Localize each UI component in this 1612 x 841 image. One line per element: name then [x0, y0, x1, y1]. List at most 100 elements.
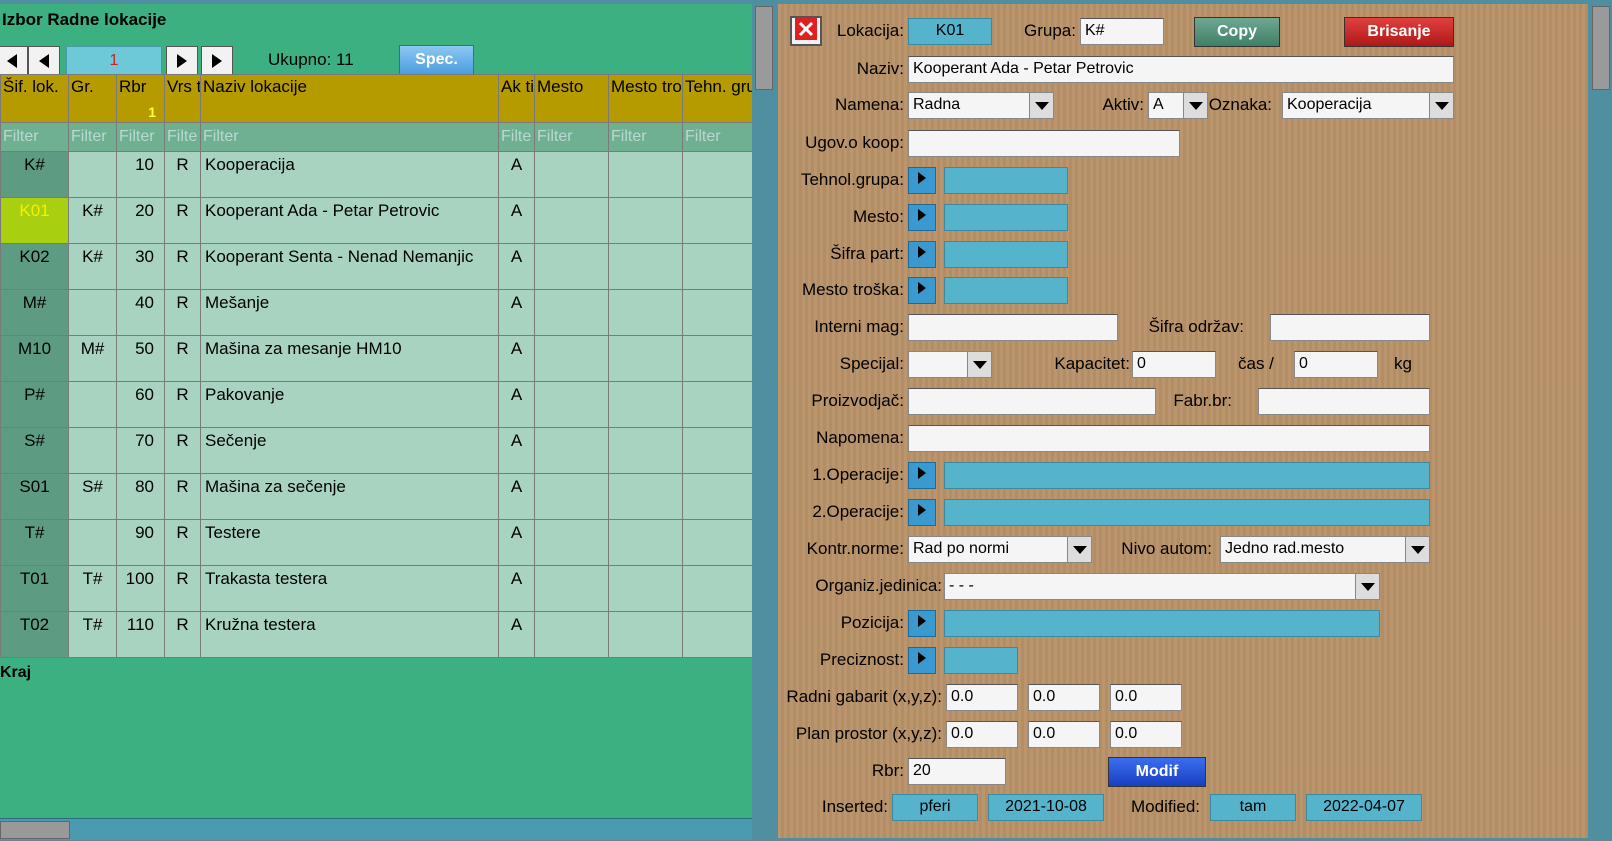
table-row[interactable]: T01 T# 100 R Trakasta testera A [0, 565, 753, 612]
radni-gabarit-y[interactable]: 0.0 [1028, 684, 1100, 711]
cell-group [68, 381, 117, 428]
filter-input[interactable] [537, 128, 606, 146]
horizontal-scrollbar[interactable] [0, 818, 752, 840]
modif-button[interactable]: Modif [1108, 757, 1206, 787]
plan-prostor-label: Plan prostor (x,y,z): [795, 724, 942, 743]
column-header[interactable]: Mesto [534, 74, 609, 123]
nivo-autom-select[interactable]: Jedno rad.mesto [1220, 536, 1430, 563]
scroll-thumb[interactable] [0, 821, 70, 839]
column-header-rbr[interactable]: Rbr 1 [116, 74, 165, 123]
first-page-button[interactable] [0, 46, 28, 76]
prev-page-button[interactable] [28, 46, 60, 76]
sifra-part-field[interactable] [944, 241, 1068, 268]
mesto-field[interactable] [944, 204, 1068, 231]
proizvodjac-field[interactable] [908, 388, 1156, 415]
napomena-field[interactable] [908, 425, 1430, 452]
pozicija-lookup-button[interactable] [908, 610, 936, 637]
op1-lookup-button[interactable] [908, 462, 936, 489]
filter-input[interactable] [119, 128, 162, 146]
ugov-field[interactable] [908, 130, 1180, 157]
table-row[interactable]: K# 10 R Kooperacija A [0, 151, 753, 198]
last-page-button[interactable] [201, 46, 233, 76]
naziv-label: Naziv: [856, 59, 904, 78]
grupa-field[interactable]: K# [1080, 18, 1164, 45]
table-row[interactable]: S01 S# 80 R Mašina za sečenje A [0, 473, 753, 520]
filter-input[interactable] [501, 128, 532, 146]
op2-field[interactable] [944, 499, 1430, 526]
interni-mag-field[interactable] [908, 314, 1118, 341]
list-vertical-scrollbar[interactable] [752, 4, 776, 838]
rbr-label: Rbr: [871, 761, 904, 780]
modified-label: Modified: [1131, 797, 1200, 816]
chevron-down-icon [1355, 574, 1379, 599]
table-row[interactable]: S# 70 R Sečenje A [0, 427, 753, 474]
page-number-input[interactable]: 1 [66, 46, 162, 76]
column-header[interactable]: Naziv lokacije [200, 74, 499, 123]
column-header[interactable]: Gr. [68, 74, 117, 123]
table-row[interactable]: K02 K# 30 R Kooperant Senta - Nenad Nemanjic… [0, 243, 753, 290]
sifra-odrzav-field[interactable] [1270, 314, 1430, 341]
table-row[interactable]: T02 T# 110 R Kružna testera A [0, 611, 753, 658]
mesto-lookup-button[interactable] [908, 204, 936, 231]
lokacija-field[interactable]: K01 [908, 18, 992, 45]
mesto-troska-field[interactable] [944, 277, 1068, 304]
mesto-troska-lookup-button[interactable] [908, 277, 936, 304]
table-row[interactable]: T# 90 R Testere A [0, 519, 753, 566]
filter-input[interactable] [167, 128, 198, 146]
filter-input[interactable] [685, 128, 750, 146]
scroll-thumb[interactable] [1592, 6, 1610, 90]
plan-prostor-x[interactable]: 0.0 [946, 721, 1018, 748]
aktiv-select[interactable]: A [1148, 92, 1208, 119]
op2-lookup-button[interactable] [908, 499, 936, 526]
filter-input[interactable] [71, 128, 114, 146]
tehnol-label: Tehnol.grupa: [800, 170, 904, 189]
cell-tehn-grupa [682, 197, 753, 244]
op1-field[interactable] [944, 462, 1430, 489]
close-button[interactable] [790, 16, 822, 46]
namena-select[interactable]: Radna [908, 92, 1054, 119]
specijal-select[interactable] [908, 351, 992, 378]
delete-button[interactable]: Brisanje [1344, 17, 1454, 47]
column-header[interactable]: Tehn. grupa [682, 74, 753, 123]
scroll-thumb[interactable] [755, 6, 773, 90]
kapacitet-field[interactable]: 0 [1132, 351, 1216, 378]
form-vertical-scrollbar[interactable] [1590, 4, 1612, 838]
radni-gabarit-x[interactable]: 0.0 [946, 684, 1018, 711]
cell-group: T# [68, 611, 117, 658]
organiz-select[interactable]: - - - [944, 573, 1380, 600]
cas-kg-field[interactable]: 0 [1294, 351, 1378, 378]
table-row[interactable]: M10 M# 50 R Mašina za mesanje HM10 A [0, 335, 753, 382]
cell-aktiv: A [498, 335, 535, 382]
cell-aktiv: A [498, 427, 535, 474]
table-row[interactable]: M# 40 R Mešanje A [0, 289, 753, 336]
spec-button[interactable]: Spec. [399, 45, 474, 75]
plan-prostor-y[interactable]: 0.0 [1028, 721, 1100, 748]
column-header[interactable]: Ak tiv [498, 74, 535, 123]
tehnol-lookup-button[interactable] [908, 167, 936, 194]
radni-gabarit-z[interactable]: 0.0 [1110, 684, 1182, 711]
column-header[interactable]: Šif. lok. [0, 74, 69, 123]
filter-input[interactable] [3, 128, 66, 146]
preciznost-lookup-button[interactable] [908, 647, 936, 674]
table-row[interactable]: P# 60 R Pakovanje A [0, 381, 753, 428]
fabr-br-field[interactable] [1258, 388, 1430, 415]
aktiv-label: Aktiv: [1102, 95, 1144, 114]
copy-button[interactable]: Copy [1194, 17, 1280, 47]
filter-input[interactable] [203, 128, 496, 146]
namena-label: Namena: [835, 95, 904, 114]
sifra-part-lookup-button[interactable] [908, 241, 936, 268]
cell-mesto-troska [608, 519, 683, 566]
tehnol-field[interactable] [944, 167, 1068, 194]
table-row[interactable]: K01 K# 20 R Kooperant Ada - Petar Petrovic A [0, 197, 753, 244]
column-header[interactable]: Mesto troška [608, 74, 683, 123]
oznaka-select[interactable]: Kooperacija [1282, 92, 1454, 119]
next-page-button[interactable] [166, 46, 198, 76]
plan-prostor-z[interactable]: 0.0 [1110, 721, 1182, 748]
kontr-norme-select[interactable]: Rad po normi [908, 536, 1092, 563]
filter-input[interactable] [611, 128, 680, 146]
naziv-field[interactable]: Kooperant Ada - Petar Petrovic [908, 56, 1454, 83]
rbr-field[interactable]: 20 [908, 758, 1006, 785]
column-header[interactable]: Vrs ta [164, 74, 201, 123]
preciznost-field[interactable] [944, 647, 1018, 674]
pozicija-field[interactable] [944, 610, 1380, 637]
